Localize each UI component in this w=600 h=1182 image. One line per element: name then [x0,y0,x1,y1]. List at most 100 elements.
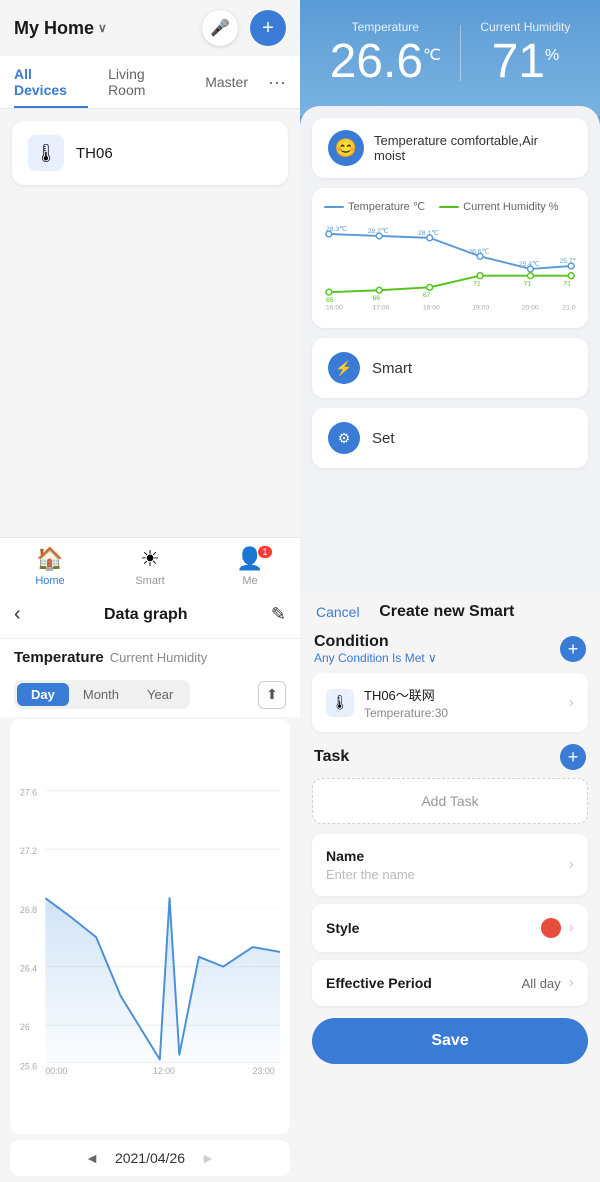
cancel-button[interactable]: Cancel [316,604,360,620]
home-nav-label: Home [35,575,64,587]
tab-current-humidity[interactable]: Current Humidity [110,649,208,666]
svg-text:26.8: 26.8 [20,905,37,915]
me-nav-label: Me [242,575,257,587]
name-value: Enter the name [326,867,415,882]
home-navigation: 🏠 Home ☀ Smart 1 👤 Me [0,537,300,591]
add-task-label: Add Task [421,793,478,809]
nav-item-me[interactable]: 1 👤 Me [200,546,300,587]
svg-text:20:00: 20:00 [522,305,539,311]
home-header: My Home ∨ 🎤 + [0,0,300,56]
temperature-value: 26.6 [330,35,423,88]
home-title[interactable]: My Home ∨ [14,18,107,39]
date-prev-button[interactable]: ◄ [85,1150,99,1166]
graph-date-bar: ◄ 2021/04/26 ► [10,1140,290,1176]
condition-section-header: Condition Any Condition Is Met ∨ + [312,633,588,665]
back-button[interactable]: ‹ [14,603,21,626]
svg-text:27.6: 27.6 [20,788,37,798]
svg-text:16:00: 16:00 [326,305,343,311]
smart-nav-label: Smart [135,575,164,587]
svg-text:28.2℃: 28.2℃ [368,228,389,235]
task-section-header: Task + [312,744,588,770]
graph-controls: Day Month Year ⬆ [0,672,300,717]
svg-text:27.2: 27.2 [20,846,37,856]
graph-type-tabs: Temperature Current Humidity [0,639,300,672]
period-chevron-icon: › [569,974,574,992]
svg-text:25.4℃: 25.4℃ [519,261,540,268]
export-button[interactable]: ⬆ [258,681,286,709]
style-label: Style [326,920,359,936]
svg-text:71: 71 [524,280,532,287]
tabs-more-button[interactable]: ··· [268,72,286,93]
temperature-unit: ℃ [423,47,441,64]
period-day[interactable]: Day [17,683,69,706]
period-year[interactable]: Year [133,683,187,706]
style-row[interactable]: Style › [312,904,588,952]
nav-item-smart[interactable]: ☀ Smart [100,546,200,587]
home-nav-icon: 🏠 [36,546,63,572]
edit-button[interactable]: ✎ [271,604,286,625]
period-label: Effective Period [326,975,432,991]
comfort-icon: 😊 [328,130,364,166]
device-icon: 🌡 [28,135,64,171]
home-devices-list: 🌡 TH06 [0,109,300,537]
condition-device-name: TH06～联网 [364,685,559,704]
panel-device-detail: Temperature 26.6℃ Current Humidity 71% 😊… [300,0,600,591]
tab-temperature[interactable]: Temperature [14,649,104,666]
add-device-button[interactable]: + [250,10,286,46]
svg-text:25.7℃: 25.7℃ [560,258,576,265]
home-header-icons: 🎤 + [202,10,286,46]
home-title-text: My Home [14,18,94,39]
svg-text:18:00: 18:00 [423,305,440,311]
legend-humidity: Current Humidity % [439,200,558,213]
date-next-button[interactable]: ► [201,1150,215,1166]
panel-create-smart: Cancel Create new Smart Condition Any Co… [300,591,600,1182]
add-condition-button[interactable]: + [560,636,586,662]
graph-header: ‹ Data graph ✎ [0,591,300,639]
period-value: All day [522,976,561,991]
legend-temp: Temperature ℃ [324,200,425,213]
style-row-right: › [541,918,574,938]
temperature-chart-svg: 27.6 27.2 26.8 26.4 26 25.6 [18,729,282,1126]
condition-title: Condition [314,633,437,651]
smart-action-card[interactable]: ⚡ Smart [312,338,588,398]
smart-action-icon: ⚡ [328,352,360,384]
name-label: Name [326,848,415,864]
task-title: Task [314,748,349,766]
add-task-card[interactable]: Add Task [312,778,588,824]
graph-title: Data graph [31,606,261,624]
condition-device-detail: Temperature:30 [364,706,559,720]
home-chevron-icon: ∨ [98,21,107,35]
tab-master[interactable]: Master [205,64,248,100]
name-field-left: Name Enter the name [326,848,415,882]
svg-text:23:00: 23:00 [253,1066,275,1076]
legend-humidity-label: Current Humidity % [463,201,558,213]
chart-legend: Temperature ℃ Current Humidity % [324,200,576,213]
period-month[interactable]: Month [69,683,133,706]
period-row[interactable]: Effective Period All day › [312,960,588,1006]
smart-page-title: Create new Smart [379,603,514,621]
condition-info: TH06～联网 Temperature:30 [364,685,559,720]
mic-button[interactable]: 🎤 [202,10,238,46]
tab-all-devices[interactable]: All Devices [14,56,88,108]
svg-text:67: 67 [423,292,431,299]
name-row[interactable]: Name Enter the name › [312,834,588,896]
me-badge: 1 [258,546,272,558]
svg-text:12:00: 12:00 [153,1066,175,1076]
tab-living-room[interactable]: Living Room [108,56,185,108]
svg-text:28.1℃: 28.1℃ [418,230,439,237]
condition-section: Condition Any Condition Is Met ∨ + 🌡 TH0… [312,633,588,732]
smart-nav-icon: ☀ [140,546,160,572]
style-chevron-icon: › [569,919,574,937]
device-card-th06[interactable]: 🌡 TH06 [12,121,288,185]
svg-text:28.3℃: 28.3℃ [326,226,347,233]
set-action-card[interactable]: ⚙ Set [312,408,588,468]
nav-item-home[interactable]: 🏠 Home [0,546,100,587]
svg-text:26: 26 [20,1022,30,1032]
add-task-button[interactable]: + [560,744,586,770]
condition-device-card[interactable]: 🌡 TH06～联网 Temperature:30 › [312,673,588,732]
comfort-card: 😊 Temperature comfortable,Air moist [312,118,588,178]
humidity-label: Current Humidity [480,20,570,34]
svg-text:71: 71 [473,280,481,287]
save-button[interactable]: Save [312,1018,588,1064]
date-display: 2021/04/26 [115,1150,185,1166]
